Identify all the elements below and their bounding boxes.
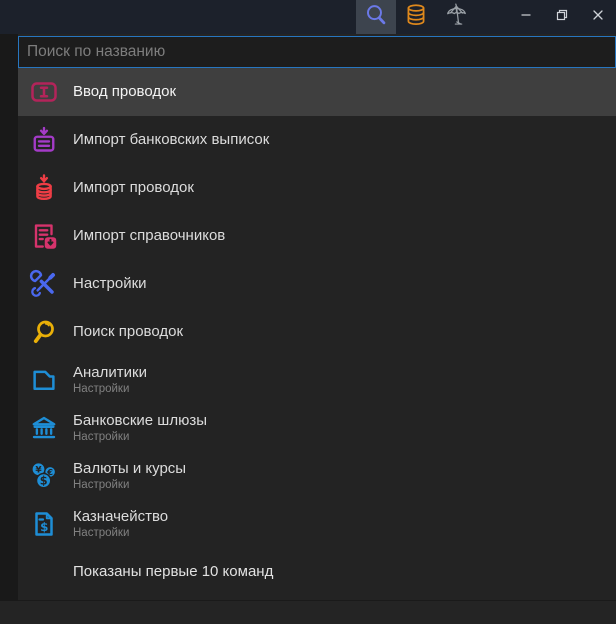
tools-icon (28, 268, 60, 300)
restore-button[interactable] (544, 0, 580, 34)
database-icon (403, 2, 429, 33)
command-label: Валюты и курсы (73, 459, 187, 477)
minimize-button[interactable] (508, 0, 544, 34)
command-item-currencies-rates[interactable]: ¥ € $ Валюты и курсы Настройки (18, 452, 616, 500)
toolbar-database-button[interactable] (396, 0, 436, 34)
window-controls (508, 0, 616, 34)
command-item-import-bank-statements[interactable]: Импорт банковских выписок (18, 116, 616, 164)
command-sublabel: Настройки (73, 527, 130, 540)
search-field-wrap (18, 36, 616, 68)
command-item-treasury[interactable]: $ Казначейство Настройки (18, 500, 616, 548)
search-icon (363, 2, 389, 33)
currencies-icon: ¥ € $ (28, 460, 60, 492)
minimize-icon (520, 8, 532, 26)
toolbar-umbrella-button[interactable] (436, 0, 476, 34)
command-item-search-entries[interactable]: Поиск проводок (18, 308, 616, 356)
svg-text:$: $ (40, 475, 48, 488)
command-item-bank-gateways[interactable]: Банковские шлюзы Настройки (18, 404, 616, 452)
command-label: Ввод проводок (73, 83, 177, 101)
titlebar-tools (356, 0, 476, 34)
magnifier-icon (28, 316, 60, 348)
close-button[interactable] (580, 0, 616, 34)
toolbar-search-button[interactable] (356, 0, 396, 34)
import-database-icon (28, 172, 60, 204)
restore-icon (556, 8, 568, 26)
command-sublabel: Настройки (73, 383, 130, 396)
command-label: Аналитики (73, 363, 147, 381)
search-input[interactable] (19, 37, 615, 67)
results-footer: Показаны первые 10 команд (18, 548, 616, 595)
command-label: Импорт банковских выписок (73, 131, 270, 149)
command-label: Казначейство (73, 507, 169, 525)
window-left-gutter (0, 34, 18, 601)
folder-icon (28, 364, 60, 396)
command-sublabel: Настройки (73, 479, 130, 492)
command-label: Поиск проводок (73, 323, 184, 341)
svg-text:$: $ (40, 520, 48, 534)
command-label: Банковские шлюзы (73, 411, 207, 429)
import-card-icon (28, 124, 60, 156)
titlebar (0, 0, 616, 34)
import-document-icon (28, 220, 60, 252)
bank-icon (28, 412, 60, 444)
command-item-import-directories[interactable]: Импорт справочников (18, 212, 616, 260)
command-label: Настройки (73, 275, 147, 293)
command-palette: Ввод проводок Импорт банковских выписок (18, 36, 616, 601)
command-sublabel: Настройки (73, 431, 130, 444)
command-item-input-entries[interactable]: Ввод проводок (18, 68, 616, 116)
command-label: Импорт справочников (73, 227, 226, 245)
text-input-icon (28, 76, 60, 108)
results-count-text: Показаны первые 10 команд (73, 563, 274, 580)
command-item-settings[interactable]: Настройки (18, 260, 616, 308)
command-item-analytics[interactable]: Аналитики Настройки (18, 356, 616, 404)
command-item-import-entries[interactable]: Импорт проводок (18, 164, 616, 212)
close-icon (592, 8, 604, 26)
umbrella-icon (443, 1, 470, 33)
command-list: Ввод проводок Импорт банковских выписок (18, 68, 616, 548)
command-label: Импорт проводок (73, 179, 194, 197)
treasury-icon: $ (28, 508, 60, 540)
